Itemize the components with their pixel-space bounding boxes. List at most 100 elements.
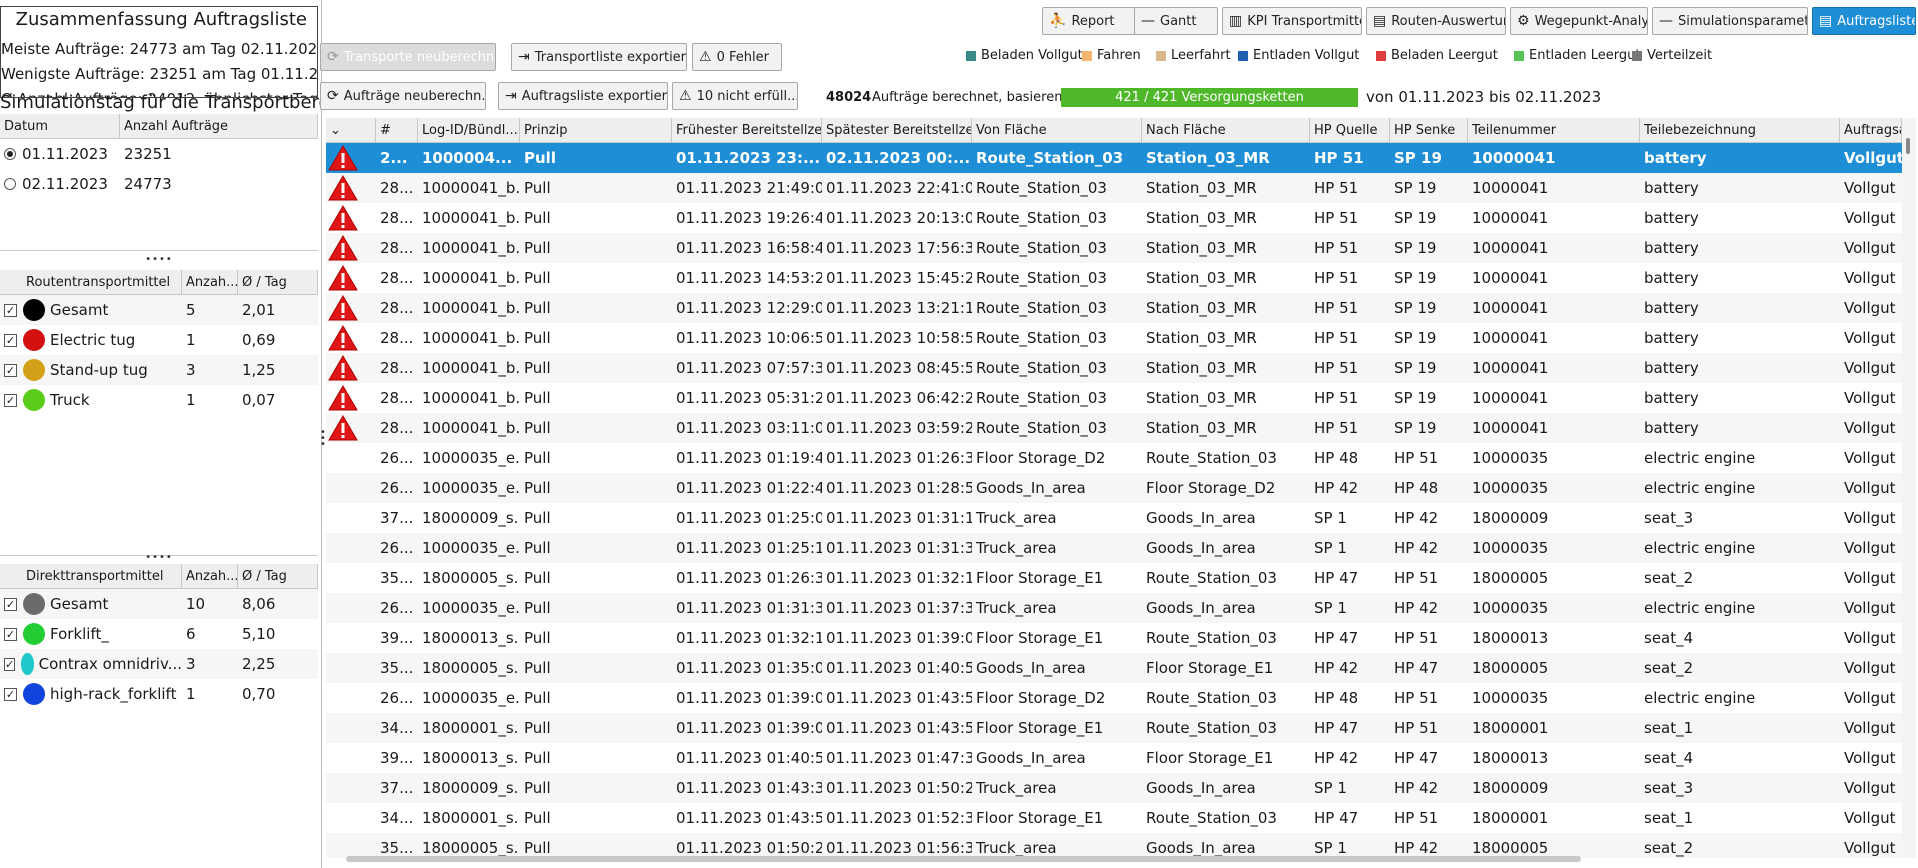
day-row[interactable]: 01.11.2023 23251 [0,139,318,169]
route-mean-row[interactable]: ✓ Gesamt 5 2,01 [0,295,318,325]
table-row[interactable]: 35... 18000005_s... Pull 01.11.2023 01:26:3… [326,563,1902,593]
day-row[interactable]: 02.11.2023 24773 [0,169,318,199]
splitter-handle[interactable]: •••• [0,255,318,266]
grid-header-cell[interactable]: ⌄ [326,118,376,143]
table-row[interactable]: 37... 18000009_s... Pull 01.11.2023 01:43:3… [326,773,1902,803]
table-row[interactable]: 26... 10000035_e... Pull 01.11.2023 01:22:4… [326,473,1902,503]
export-orders-button[interactable]: ⇥ Auftragsliste exportier... [498,82,668,110]
grid-cell: 37... [380,779,414,797]
orders-button[interactable]: ▤ Auftragsliste [1812,7,1916,35]
table-row[interactable]: 39... 18000013_s... Pull 01.11.2023 01:32:1… [326,623,1902,653]
export-transports-button[interactable]: ⇥ Transportliste exportier... [511,43,687,71]
table-row[interactable]: 28... 10000041_b... Pull 01.11.2023 21:49:0… [326,173,1902,203]
route-mean-row[interactable]: ✓ Truck 1 0,07 [0,385,318,415]
col-direct-mean[interactable]: Direkttransportmittel [0,564,182,588]
checkbox[interactable]: ✓ [4,597,17,611]
table-row[interactable]: 28... 10000041_b... Pull 01.11.2023 12:29:0… [326,293,1902,323]
recalc-orders-button[interactable]: ⟳ Aufträge neuberechn... [320,82,486,110]
table-row[interactable]: 28... 10000041_b... Pull 01.11.2023 07:57:3… [326,353,1902,383]
checkbox[interactable]: ✓ [4,363,17,377]
table-row[interactable]: 37... 18000009_s... Pull 01.11.2023 01:25:0… [326,503,1902,533]
col-count[interactable]: Anzah... [182,270,238,294]
checkbox[interactable]: ✓ [4,393,17,407]
direct-mean-row[interactable]: ✓ Forklift_ 6 5,10 [0,619,318,649]
grid-cell: Vollgut [1844,269,1896,287]
grid-header-cell[interactable]: Teilebezeichnung [1640,118,1840,143]
table-row[interactable]: 28... 10000041_b... Pull 01.11.2023 10:06:5… [326,323,1902,353]
kpi-button[interactable]: ▥ KPI Transportmittel [1222,7,1362,35]
col-count[interactable]: Anzah... [182,564,238,588]
table-row[interactable]: 28... 10000041_b... Pull 01.11.2023 03:11:0… [326,413,1902,443]
grid-cell: 26... [380,599,414,617]
direct-mean-avg: 2,25 [242,655,276,673]
col-route-mean[interactable]: Routentransportmittel [0,270,182,294]
grid-header-cell[interactable]: HP Senke [1390,118,1468,143]
grid-cell: Route_Station_03 [1146,719,1277,737]
checkbox[interactable]: ✓ [4,333,17,347]
table-row[interactable]: 2... 1000004... Pull 01.11.2023 23:... 02.11… [326,143,1902,173]
route-mean-row[interactable]: ✓ Stand-up tug 3 1,25 [0,355,318,385]
col-count[interactable]: Anzahl Aufträge [120,114,318,138]
splitter-handle[interactable]: •••• [0,553,318,564]
checkbox[interactable]: ✓ [4,687,17,701]
warning-icon [328,235,358,261]
checkbox[interactable]: ✓ [4,627,17,641]
grid-cell: Pull [524,839,551,857]
errors-button[interactable]: ⚠ 0 Fehler [692,43,782,71]
table-row[interactable]: 26... 10000035_e... Pull 01.11.2023 01:39:0… [326,683,1902,713]
days-table-header: Datum Anzahl Aufträge [0,114,318,139]
grid-header-cell[interactable]: Spätester Bereitstellzei... [822,118,972,143]
col-avg-day[interactable]: Ø / Tag [238,564,318,588]
col-date[interactable]: Datum [0,114,120,138]
grid-horizontal-scrollbar[interactable] [346,856,1581,862]
grid-header-cell[interactable]: Auftragsa [1840,118,1902,143]
unfulfilled-button[interactable]: ⚠ 10 nicht erfüll... [672,82,798,110]
table-row[interactable]: 26... 10000035_e... Pull 01.11.2023 01:31:3… [326,593,1902,623]
grid-header-cell[interactable]: Frühester Bereitstellzei... [672,118,822,143]
panel-resize-grip[interactable]: • • • [320,428,326,450]
grid-cell: HP 51 [1394,629,1439,647]
waypoint-button[interactable]: ⚙Wegepunkt-Analyse [1510,7,1648,35]
table-row[interactable]: 34... 18000001_s... Pull 01.11.2023 01:43:5… [326,803,1902,833]
col-avg-day[interactable]: Ø / Tag [238,270,318,294]
direct-mean-row[interactable]: ✓ Gesamt 10 8,06 [0,589,318,619]
grid-cell: HP 51 [1314,329,1359,347]
grid-header-cell[interactable]: HP Quelle [1310,118,1390,143]
dash-icon: — [1659,13,1673,29]
grid-header-cell[interactable]: # [376,118,418,143]
grid-header-cell[interactable]: Von Fläche [972,118,1142,143]
table-row[interactable]: 39... 18000013_s... Pull 01.11.2023 01:40:5… [326,743,1902,773]
routes-button[interactable]: ▤Routen-Auswertung [1366,7,1506,35]
recalc-transports-button[interactable]: ⟳ Transporte neuberechn... [320,43,496,71]
table-row[interactable]: 28... 10000041_b... Pull 01.11.2023 05:31:2… [326,383,1902,413]
grid-header-cell[interactable]: Teilenummer [1468,118,1640,143]
checkbox[interactable]: ✓ [4,303,17,317]
table-row[interactable]: 35... 18000005_s... Pull 01.11.2023 01:50:2… [326,833,1902,858]
grid-header-cell[interactable]: Nach Fläche [1142,118,1310,143]
table-row[interactable]: 35... 18000005_s... Pull 01.11.2023 01:35:0… [326,653,1902,683]
direct-mean-row[interactable]: ✓ Contrax omnidriv... 3 2,25 [0,649,318,679]
simparams-button[interactable]: —Simulationsparameter [1652,7,1808,35]
table-row[interactable]: 26... 10000035_e... Pull 01.11.2023 01:25:1… [326,533,1902,563]
grid-cell: battery [1644,389,1699,407]
gantt-button[interactable]: — Gantt [1134,7,1218,35]
table-row[interactable]: 28... 10000041_b... Pull 01.11.2023 16:58:4… [326,233,1902,263]
grid-header-cell[interactable]: Prinzip [520,118,672,143]
day-radio[interactable] [4,178,16,190]
table-row[interactable]: 26... 10000035_e... Pull 01.11.2023 01:19:4… [326,443,1902,473]
direct-mean-row[interactable]: ✓ high-rack_forklift 1 0,70 [0,679,318,709]
grid-cell: Vollgut [1844,509,1896,527]
table-row[interactable]: 28... 10000041_b... Pull 01.11.2023 19:26:4… [326,203,1902,233]
day-radio[interactable] [4,148,16,160]
grid-cell: 01.11.2023 20:13:04 [826,209,972,227]
grid-header-cell[interactable]: Log-ID/Bündl... [418,118,520,143]
report-button[interactable]: ⛹ Report [1042,7,1140,35]
grid-cell: 02.11.2023 00:... [826,149,971,167]
grid-cell: seat_1 [1644,719,1694,737]
checkbox[interactable]: ✓ [4,657,16,671]
grid-cell: SP 19 [1394,389,1437,407]
route-mean-row[interactable]: ✓ Electric tug 1 0,69 [0,325,318,355]
grid-vertical-scrollbar[interactable] [1902,118,1916,858]
table-row[interactable]: 28... 10000041_b... Pull 01.11.2023 14:53:2… [326,263,1902,293]
table-row[interactable]: 34... 18000001_s... Pull 01.11.2023 01:39:0… [326,713,1902,743]
